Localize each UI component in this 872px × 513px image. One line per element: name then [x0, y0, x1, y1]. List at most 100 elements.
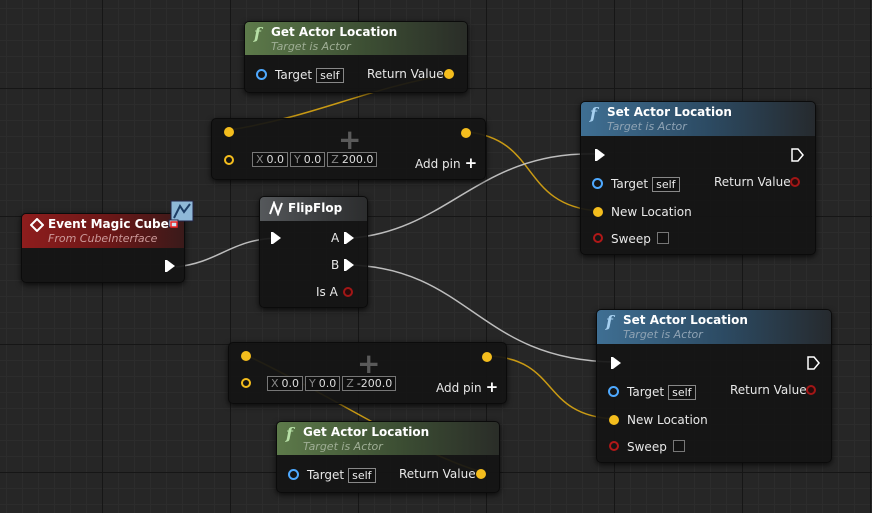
target-self-field[interactable]: self: [668, 385, 696, 400]
node-header[interactable]: f Set Actor Location Target is Actor: [597, 310, 831, 344]
exec-in-pin[interactable]: [271, 232, 281, 244]
add-pin-label: Add pin: [415, 157, 461, 171]
node-title: Get Actor Location: [303, 425, 430, 439]
z-field[interactable]: Z -200.0: [342, 376, 397, 391]
sweep-row: Sweep: [611, 232, 669, 246]
add-pin-button[interactable]: Add pin +: [436, 380, 498, 396]
target-label: Target: [275, 68, 313, 82]
set-actor-location-node-top[interactable]: f Set Actor Location Target is Actor Tar…: [580, 101, 816, 255]
add-vector-node-bottom[interactable]: + X 0.0 Y 0.0 Z -200.0 Add pin +: [228, 342, 507, 404]
function-icon: f: [606, 312, 613, 331]
z-label: Z: [331, 153, 339, 166]
node-header[interactable]: f Get Actor Location Target is Actor: [245, 22, 467, 55]
z-value: -200.0: [356, 377, 393, 390]
node-title: Set Actor Location: [623, 313, 748, 327]
x-field[interactable]: X 0.0: [252, 152, 289, 167]
target-self-field[interactable]: self: [316, 68, 344, 83]
return-value-pin[interactable]: [806, 385, 816, 395]
return-value-label: Return Value: [367, 67, 444, 81]
return-value-label: Return Value: [714, 175, 791, 189]
sweep-pin[interactable]: [609, 441, 619, 451]
z-field[interactable]: Z 200.0: [327, 152, 378, 167]
sweep-checkbox[interactable]: [672, 440, 685, 452]
plus-icon: +: [464, 154, 478, 172]
b-label: B: [331, 258, 340, 272]
x-field[interactable]: X 0.0: [267, 376, 304, 391]
y-label: Y: [294, 153, 301, 166]
function-icon: f: [254, 24, 261, 43]
sweep-pin[interactable]: [593, 233, 603, 243]
b-exec-out-pin[interactable]: [344, 259, 354, 271]
output-pin[interactable]: [461, 128, 471, 138]
is-a-pin[interactable]: [343, 287, 353, 297]
target-label: Target: [611, 177, 649, 191]
flipflop-icon: [269, 201, 283, 216]
target-row: Target self: [307, 468, 376, 483]
node-title: FlipFlop: [288, 201, 343, 215]
y-field[interactable]: Y 0.0: [305, 376, 341, 391]
target-pin[interactable]: [608, 386, 619, 397]
y-field[interactable]: Y 0.0: [290, 152, 326, 167]
sweep-row: Sweep: [627, 440, 685, 454]
return-value-pin[interactable]: [476, 469, 486, 479]
target-label: Target: [627, 385, 665, 399]
target-row: Target self: [627, 385, 696, 400]
event-magic-cube-node[interactable]: Event Magic Cube From CubeInterface: [21, 213, 185, 283]
exec-out-pin[interactable]: [791, 148, 804, 162]
target-pin[interactable]: [256, 69, 267, 80]
a-exec-out-pin[interactable]: [344, 232, 354, 244]
flipflop-node[interactable]: FlipFlop A B Is A: [259, 196, 368, 308]
function-icon: f: [590, 104, 597, 123]
z-value: 200.0: [341, 153, 374, 166]
new-location-label: New Location: [627, 413, 708, 427]
new-location-pin[interactable]: [593, 207, 603, 217]
input-a-pin[interactable]: [224, 127, 234, 137]
node-title: Get Actor Location: [271, 25, 398, 39]
exec-in-pin[interactable]: [595, 149, 605, 161]
get-actor-location-node-bottom[interactable]: f Get Actor Location Target is Actor Tar…: [276, 421, 500, 493]
event-diamond-icon: [30, 218, 44, 232]
input-b-pin[interactable]: [241, 378, 251, 388]
is-a-label: Is A: [316, 285, 338, 299]
target-pin[interactable]: [288, 469, 299, 480]
node-subtitle: Target is Actor: [607, 120, 687, 133]
get-actor-location-node-top[interactable]: f Get Actor Location Target is Actor Tar…: [244, 21, 468, 93]
node-subtitle: Target is Actor: [623, 328, 703, 341]
node-subtitle: Target is Actor: [303, 440, 383, 453]
input-a-pin[interactable]: [241, 351, 251, 361]
target-self-field[interactable]: self: [348, 468, 376, 483]
x-label: X: [271, 377, 279, 390]
output-pin[interactable]: [482, 352, 492, 362]
sweep-label: Sweep: [627, 440, 667, 454]
return-value-label: Return Value: [730, 383, 807, 397]
add-vector-node-top[interactable]: + X 0.0 Y 0.0 Z 200.0 Add pin +: [211, 118, 486, 180]
node-header[interactable]: f Set Actor Location Target is Actor: [581, 102, 815, 136]
exec-out-pin[interactable]: [807, 356, 820, 370]
return-value-pin[interactable]: [790, 177, 800, 187]
function-icon: f: [286, 424, 293, 443]
input-b-pin[interactable]: [224, 155, 234, 165]
set-actor-location-node-bottom[interactable]: f Set Actor Location Target is Actor Tar…: [596, 309, 832, 463]
node-subtitle: From CubeInterface: [48, 232, 158, 245]
return-value-pin[interactable]: [444, 69, 454, 79]
node-header[interactable]: f Get Actor Location Target is Actor: [277, 422, 499, 455]
target-label: Target: [307, 468, 345, 482]
node-title: Event Magic Cube: [48, 217, 169, 231]
new-location-pin[interactable]: [609, 415, 619, 425]
exec-out-pin[interactable]: [165, 260, 175, 272]
exec-in-pin[interactable]: [611, 357, 621, 369]
node-header[interactable]: Event Magic Cube From CubeInterface: [22, 214, 184, 248]
target-row: Target self: [275, 68, 344, 83]
sweep-checkbox[interactable]: [656, 232, 669, 244]
x-value: 0.0: [281, 377, 300, 390]
target-self-field[interactable]: self: [652, 177, 680, 192]
vector-input-row: X 0.0 Y 0.0 Z 200.0: [252, 152, 379, 167]
x-label: X: [256, 153, 264, 166]
return-value-label: Return Value: [399, 467, 476, 481]
target-pin[interactable]: [592, 178, 603, 189]
y-label: Y: [309, 377, 316, 390]
node-title: Set Actor Location: [607, 105, 732, 119]
node-header[interactable]: FlipFlop: [260, 197, 367, 221]
add-pin-button[interactable]: Add pin +: [415, 154, 478, 172]
x-value: 0.0: [266, 153, 285, 166]
